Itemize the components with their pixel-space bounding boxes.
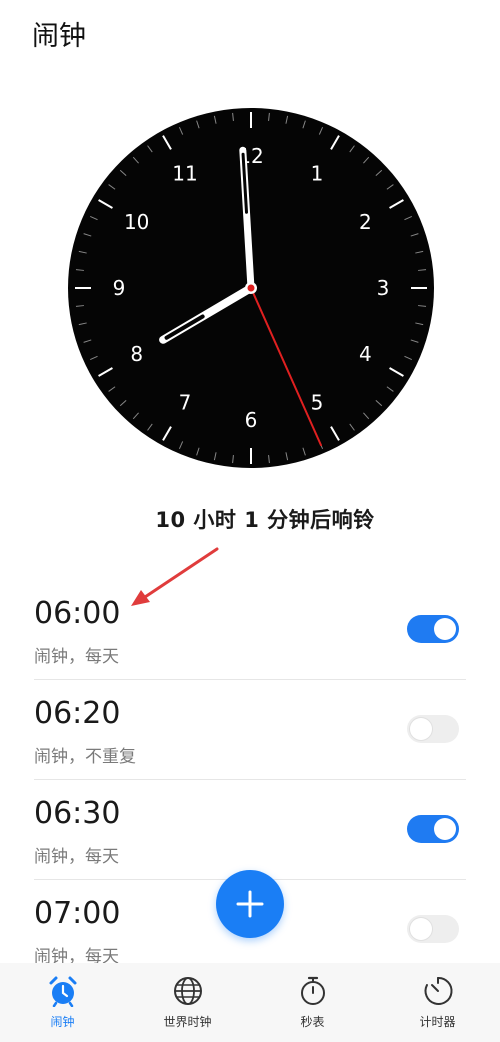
analog-clock: 1 2 3 4 5 6 7 8 9 10 11 12 (65, 106, 437, 470)
alarm-time: 06:20 (34, 696, 121, 731)
alarm-description: 闹钟，每天 (34, 647, 119, 667)
clock-number: 7 (179, 390, 192, 414)
alarm-time: 06:30 (34, 796, 121, 831)
clock-number: 4 (359, 342, 372, 366)
clock-number: 6 (245, 408, 258, 432)
clock-number: 3 (377, 276, 390, 300)
nav-tab-alarm[interactable]: 闹钟 (0, 963, 125, 1042)
alarm-item[interactable]: 06:00 闹钟，每天 (0, 580, 500, 680)
clock-number: 10 (124, 210, 149, 234)
nav-tab-stopwatch[interactable]: 秒表 (250, 963, 375, 1042)
alarm-item[interactable]: 06:30 闹钟，每天 (0, 780, 500, 880)
app-title: 闹钟 (32, 21, 86, 52)
clock-number: 2 (359, 210, 372, 234)
alarm-toggle[interactable] (407, 615, 459, 643)
nav-tab-timer[interactable]: 计时器 (375, 963, 500, 1042)
clock-face: 1 2 3 4 5 6 7 8 9 10 11 12 (68, 108, 434, 468)
alarm-time: 06:00 (34, 596, 121, 631)
nav-tab-world-clock[interactable]: 世界时钟 (125, 963, 250, 1042)
timer-icon (424, 976, 453, 1005)
clock-number: 9 (113, 276, 126, 300)
globe-icon (173, 977, 202, 1005)
alarm-clock-icon (49, 976, 76, 1007)
clock-hub-center (247, 284, 255, 292)
alarm-item[interactable]: 06:20 闹钟，不重复 (0, 680, 500, 780)
alarm-time: 07:00 (34, 896, 121, 931)
alarm-toggle[interactable] (407, 715, 459, 743)
clock-number: 1 (311, 162, 324, 186)
alarm-description: 闹钟，每天 (34, 847, 119, 867)
alarm-toggle[interactable] (407, 815, 459, 843)
nav-label: 世界时钟 (163, 1015, 212, 1029)
bottom-navigation: 闹钟 世界时钟 秒表 计时器 (0, 963, 500, 1042)
nav-label: 计时器 (419, 1015, 456, 1029)
next-alarm-countdown: 10 小时 1 分钟后响铃 (155, 508, 375, 532)
clock-number: 8 (130, 342, 143, 366)
toggle-knob (410, 918, 432, 940)
toggle-knob (410, 718, 432, 740)
alarm-description: 闹钟，不重复 (34, 747, 136, 767)
stopwatch-icon (300, 976, 325, 1005)
clock-number: 11 (172, 162, 197, 186)
nav-label: 闹钟 (50, 1015, 75, 1029)
clock-number: 5 (311, 390, 324, 414)
nav-label: 秒表 (300, 1015, 325, 1029)
alarm-toggle[interactable] (407, 915, 459, 943)
toggle-knob (434, 618, 456, 640)
add-alarm-button[interactable] (216, 870, 284, 938)
toggle-knob (434, 818, 456, 840)
plus-icon (236, 890, 264, 918)
